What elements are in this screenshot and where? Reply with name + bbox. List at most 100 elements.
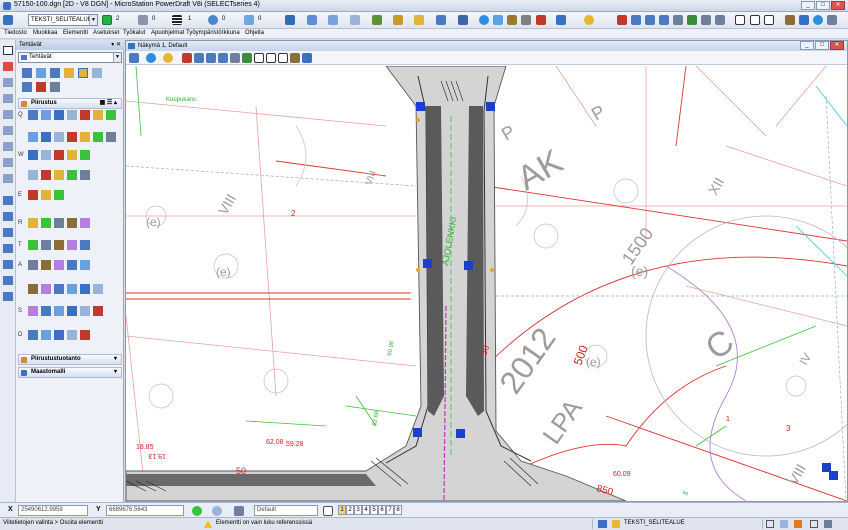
drawing-tool-icon[interactable] bbox=[93, 284, 103, 294]
drawing-tool-icon[interactable] bbox=[28, 110, 38, 120]
task-tool-icon[interactable] bbox=[50, 68, 60, 78]
drawing-tool-icon[interactable] bbox=[41, 110, 51, 120]
fit-view-icon[interactable] bbox=[673, 15, 683, 25]
x-coordinate-field[interactable]: 25490612.9959 bbox=[18, 505, 88, 516]
view-previous-icon[interactable] bbox=[715, 15, 725, 25]
drawing-tool-icon[interactable] bbox=[41, 132, 51, 142]
attributes-icon[interactable] bbox=[307, 15, 317, 25]
copy-view-icon[interactable] bbox=[750, 15, 760, 25]
display-style-icon[interactable] bbox=[146, 53, 156, 63]
drawing-tool-icon[interactable] bbox=[80, 284, 90, 294]
drawing-tool-icon[interactable] bbox=[28, 330, 38, 340]
drawing-tools-icon[interactable] bbox=[328, 15, 338, 25]
drawing-tool-icon[interactable] bbox=[41, 284, 51, 294]
drawing-tool-icon[interactable] bbox=[54, 240, 64, 250]
view-number-button[interactable]: 8 bbox=[394, 505, 402, 515]
toggle-icon[interactable] bbox=[785, 15, 795, 25]
drawing-tool-icon[interactable] bbox=[80, 260, 90, 270]
settings-icon[interactable] bbox=[824, 520, 832, 528]
drawing-tool-icon[interactable] bbox=[106, 110, 116, 120]
doc-status-icon[interactable] bbox=[780, 520, 788, 528]
menu-edit[interactable]: Muokkaa bbox=[33, 30, 57, 36]
panel-close-icon[interactable]: ▾ ✕ bbox=[111, 40, 121, 50]
drawing-tool-icon[interactable] bbox=[67, 306, 77, 316]
drawing-tool-icon[interactable] bbox=[80, 330, 90, 340]
fence-icon[interactable] bbox=[350, 15, 360, 25]
menu-utilities[interactable]: Apuohjelmat bbox=[151, 30, 184, 36]
task-tool-icon[interactable] bbox=[36, 82, 46, 92]
delete-icon[interactable] bbox=[536, 15, 546, 25]
view-previous-icon[interactable] bbox=[254, 53, 264, 63]
rotate-view-icon[interactable] bbox=[687, 15, 697, 25]
menu-tools[interactable]: Työkalut bbox=[123, 30, 145, 36]
references-icon[interactable] bbox=[393, 15, 403, 25]
update-view-icon[interactable] bbox=[182, 53, 192, 63]
display-icon[interactable] bbox=[810, 520, 818, 528]
task-tool-icon[interactable] bbox=[36, 68, 46, 78]
close-button[interactable]: ✕ bbox=[831, 1, 845, 10]
copy-view-icon[interactable] bbox=[278, 53, 288, 63]
drawing-tool-icon[interactable] bbox=[28, 306, 38, 316]
drawing-tool-icon[interactable] bbox=[41, 150, 51, 160]
level-combo[interactable]: TEKSTI_SELITEALUE ▼ bbox=[28, 14, 98, 26]
element-selection-icon[interactable] bbox=[3, 15, 13, 25]
lighting-icon[interactable] bbox=[163, 53, 173, 63]
view-close-button[interactable]: ✕ bbox=[830, 41, 844, 50]
drawing-tool-icon[interactable] bbox=[67, 150, 77, 160]
clip-volume-icon[interactable] bbox=[290, 53, 300, 63]
rotate-tool-icon[interactable] bbox=[3, 228, 13, 237]
drawing-tool-icon[interactable] bbox=[28, 170, 38, 180]
drawing-tool-icon[interactable] bbox=[54, 110, 64, 120]
priority-icon[interactable] bbox=[244, 15, 254, 25]
drawing-tool-icon[interactable] bbox=[28, 190, 38, 200]
settings-icon[interactable] bbox=[827, 15, 837, 25]
drawing-tool-icon[interactable] bbox=[41, 218, 51, 228]
camera-icon[interactable] bbox=[302, 53, 312, 63]
drawing-tool-icon[interactable] bbox=[28, 218, 38, 228]
home-icon[interactable] bbox=[794, 520, 802, 528]
transparency-icon[interactable] bbox=[208, 15, 218, 25]
curve-tool-icon[interactable] bbox=[3, 126, 13, 135]
zoom-in-icon[interactable] bbox=[631, 15, 641, 25]
copy-tool-icon[interactable] bbox=[3, 196, 13, 205]
measure-icon[interactable] bbox=[436, 15, 446, 25]
clip-volume-icon[interactable] bbox=[764, 15, 774, 25]
drawing-tool-icon[interactable] bbox=[93, 110, 103, 120]
line-weight-icon[interactable] bbox=[172, 15, 182, 25]
drawing-tool-icon[interactable] bbox=[54, 284, 64, 294]
view-attributes-icon[interactable] bbox=[556, 15, 566, 25]
array-tool-icon[interactable] bbox=[3, 276, 13, 285]
group-tool-icon[interactable] bbox=[3, 292, 13, 301]
fit-view-icon[interactable] bbox=[230, 53, 240, 63]
view-next-icon[interactable] bbox=[266, 53, 276, 63]
maximize-button[interactable]: □ bbox=[816, 1, 830, 10]
filter-icon[interactable] bbox=[799, 15, 809, 25]
window-area-icon[interactable] bbox=[218, 53, 228, 63]
raster-icon[interactable] bbox=[414, 15, 424, 25]
primary-tools-icon[interactable] bbox=[285, 15, 295, 25]
view-number-button[interactable]: 3 bbox=[354, 505, 362, 515]
drawing-tool-icon[interactable] bbox=[93, 306, 103, 316]
select-element-icon[interactable] bbox=[3, 46, 13, 55]
view-number-button[interactable]: 7 bbox=[386, 505, 394, 515]
save-status-icon[interactable] bbox=[766, 520, 774, 528]
view-number-button[interactable]: 5 bbox=[370, 505, 378, 515]
drawing-tool-icon[interactable] bbox=[93, 132, 103, 142]
drawing-tool-icon[interactable] bbox=[28, 150, 38, 160]
minimize-button[interactable]: _ bbox=[801, 1, 815, 10]
drawing-tool-icon[interactable] bbox=[41, 330, 51, 340]
menu-file[interactable]: Tiedosto bbox=[4, 30, 27, 36]
drawing-tool-icon[interactable] bbox=[67, 110, 77, 120]
view-minimize-button[interactable]: _ bbox=[800, 41, 814, 50]
drawing-tool-icon[interactable] bbox=[41, 170, 51, 180]
drawing-tool-icon[interactable] bbox=[67, 170, 77, 180]
view-number-button[interactable]: 4 bbox=[362, 505, 370, 515]
drawing-tool-icon[interactable] bbox=[54, 260, 64, 270]
drawing-tool-icon[interactable] bbox=[41, 306, 51, 316]
drawing-tool-icon[interactable] bbox=[67, 284, 77, 294]
drawing-tool-icon[interactable] bbox=[28, 240, 38, 250]
drawing-tool-icon[interactable] bbox=[80, 218, 90, 228]
menu-workspace[interactable]: Työympäristö bbox=[186, 30, 222, 36]
drawing-tool-icon[interactable] bbox=[54, 218, 64, 228]
zoom-out-icon[interactable] bbox=[206, 53, 216, 63]
